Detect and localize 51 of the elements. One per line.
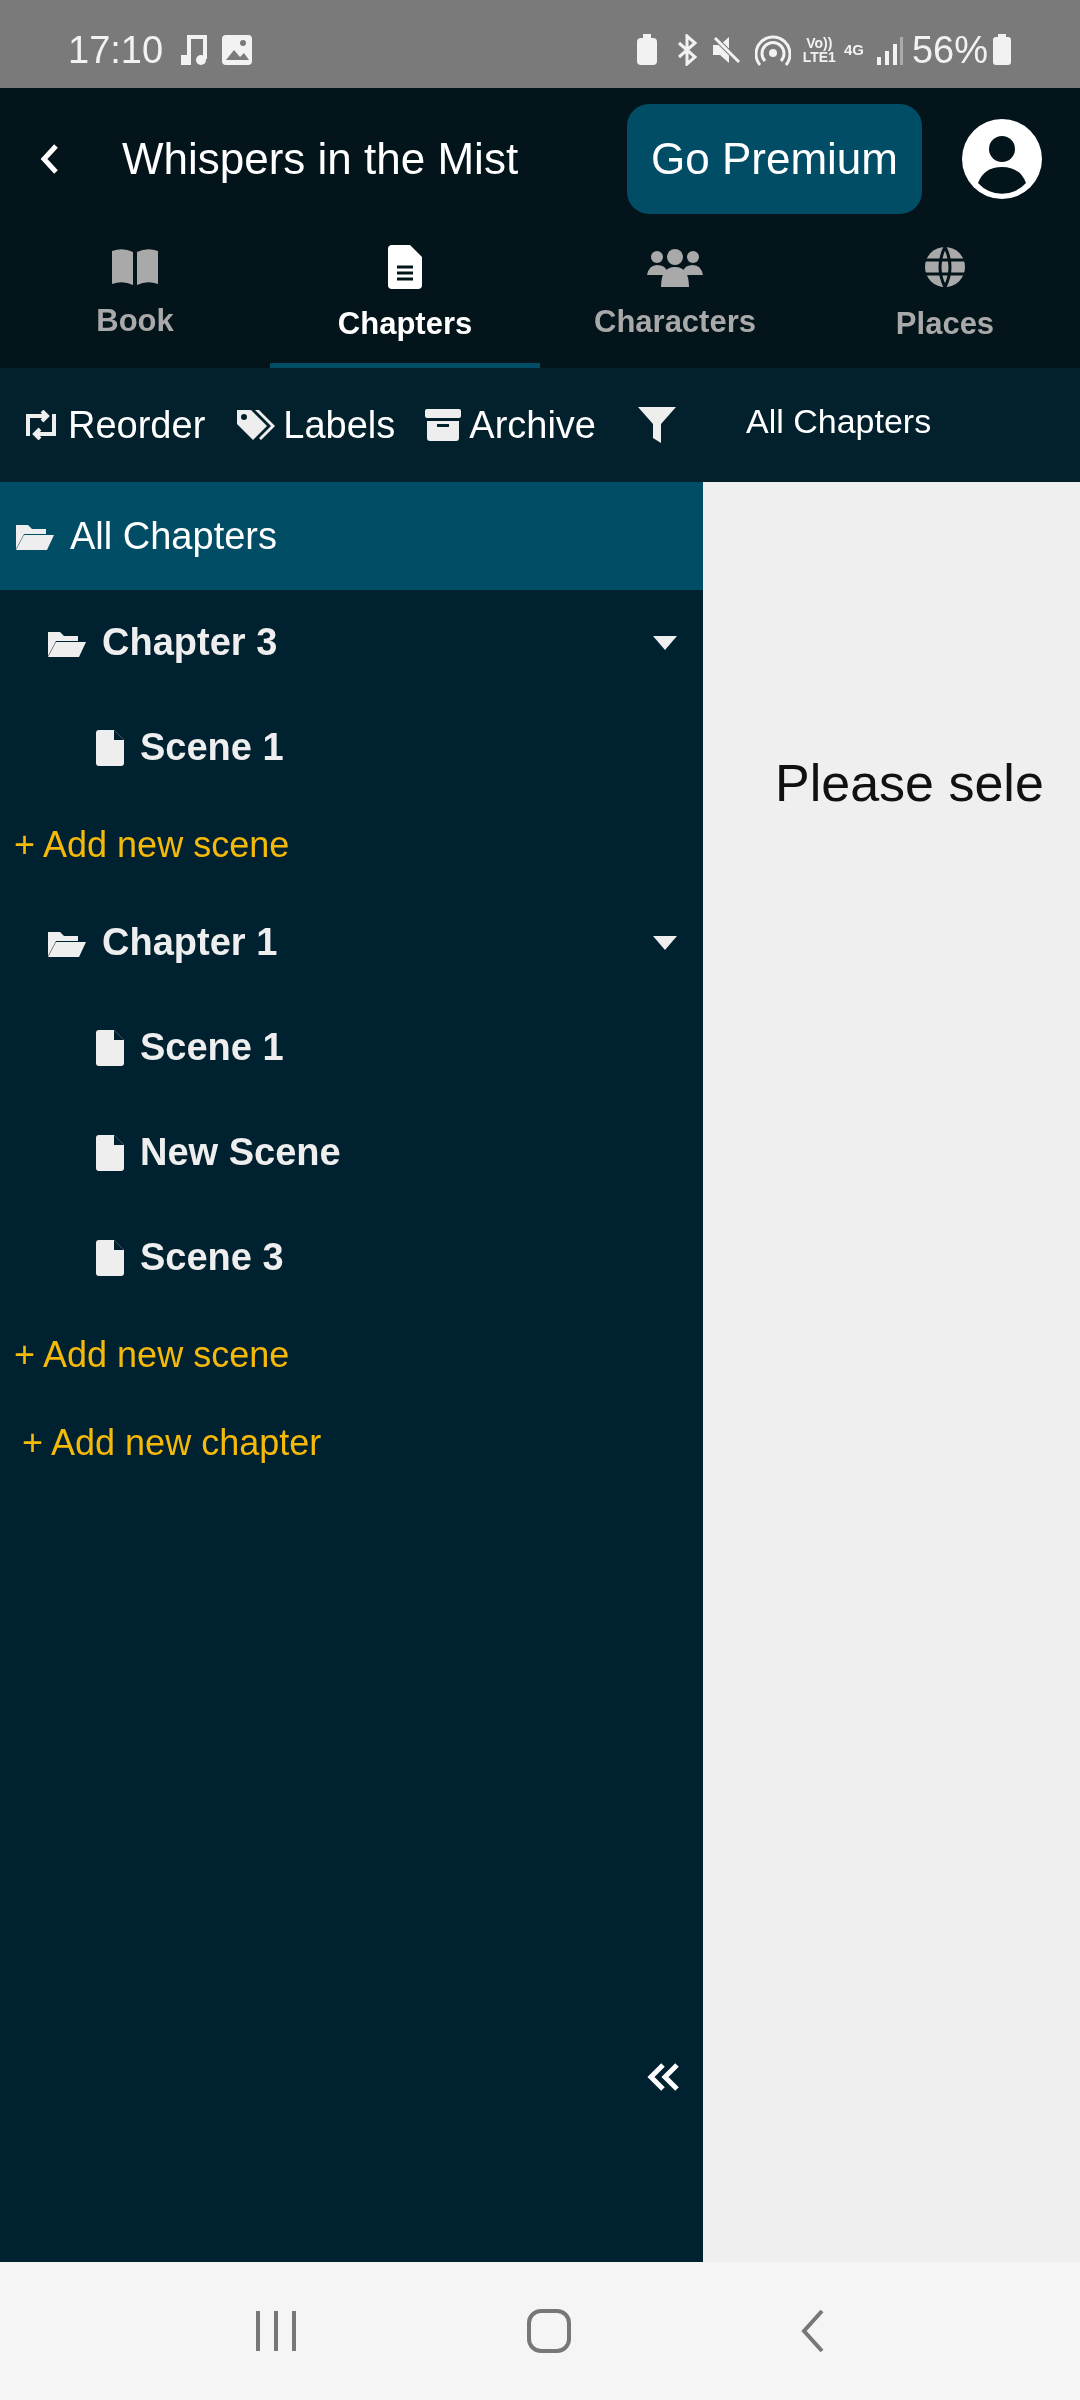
add-chapter-link[interactable]: + Add new chapter	[0, 1400, 703, 1486]
signal-icon	[875, 35, 904, 65]
volte-label: Vo))	[806, 36, 833, 50]
mute-icon	[710, 34, 743, 66]
tab[interactable]: Characters	[540, 230, 810, 368]
image-icon	[221, 34, 254, 66]
scene-item[interactable]: New Scene	[0, 1100, 703, 1205]
add-scene-link[interactable]: + Add new scene	[0, 1310, 703, 1400]
tab[interactable]: Book	[0, 230, 270, 368]
collapse-icon[interactable]	[647, 2062, 681, 2092]
all-chapters-item[interactable]: All Chapters	[0, 482, 703, 590]
filter-value[interactable]: All Chapters	[746, 395, 932, 447]
hotspot-icon	[754, 33, 791, 67]
lte-label: LTE1	[802, 50, 836, 64]
labels-button[interactable]: Labels	[235, 396, 396, 454]
back-icon[interactable]	[40, 143, 60, 175]
back-nav-icon[interactable]	[799, 2309, 826, 2353]
scene-item[interactable]: Scene 1	[0, 995, 703, 1100]
battery-percent: 56%	[911, 27, 988, 73]
empty-message: Please sele	[775, 754, 1044, 812]
file-icon	[96, 1134, 124, 1171]
filter-icon[interactable]	[638, 407, 676, 443]
add-scene-link[interactable]: + Add new scene	[0, 800, 703, 890]
file-icon	[96, 729, 124, 766]
document-icon	[388, 245, 422, 290]
caret-icon[interactable]	[653, 635, 677, 650]
chapter-item[interactable]: Chapter 3	[0, 590, 703, 695]
go-premium-button[interactable]: Go Premium	[627, 104, 922, 214]
archive-button[interactable]: Archive	[425, 396, 596, 454]
tags-icon	[235, 408, 276, 442]
tab[interactable]: Places	[810, 230, 1080, 368]
file-icon	[96, 1029, 124, 1066]
home-icon[interactable]	[527, 2309, 571, 2353]
book-title: Whispers in the Mist	[122, 133, 519, 185]
file-icon	[96, 1239, 124, 1276]
network-label: 4G	[843, 39, 864, 60]
globe-icon	[923, 245, 967, 290]
clock-time: 17:10	[68, 27, 164, 73]
caret-icon[interactable]	[653, 935, 677, 950]
chapter-item[interactable]: Chapter 1	[0, 890, 703, 995]
scene-item[interactable]: Scene 3	[0, 1205, 703, 1310]
people-icon	[647, 247, 703, 288]
recent-apps-icon[interactable]	[254, 2311, 299, 2351]
music-icon	[179, 33, 210, 67]
reorder-button[interactable]: Reorder	[22, 396, 206, 454]
battery-icon	[992, 34, 1012, 66]
battery-saver-icon	[634, 34, 659, 66]
archive-icon	[425, 409, 462, 441]
avatar-icon[interactable]	[962, 119, 1042, 199]
scene-item[interactable]: Scene 1	[0, 695, 703, 800]
book-icon	[110, 248, 160, 287]
